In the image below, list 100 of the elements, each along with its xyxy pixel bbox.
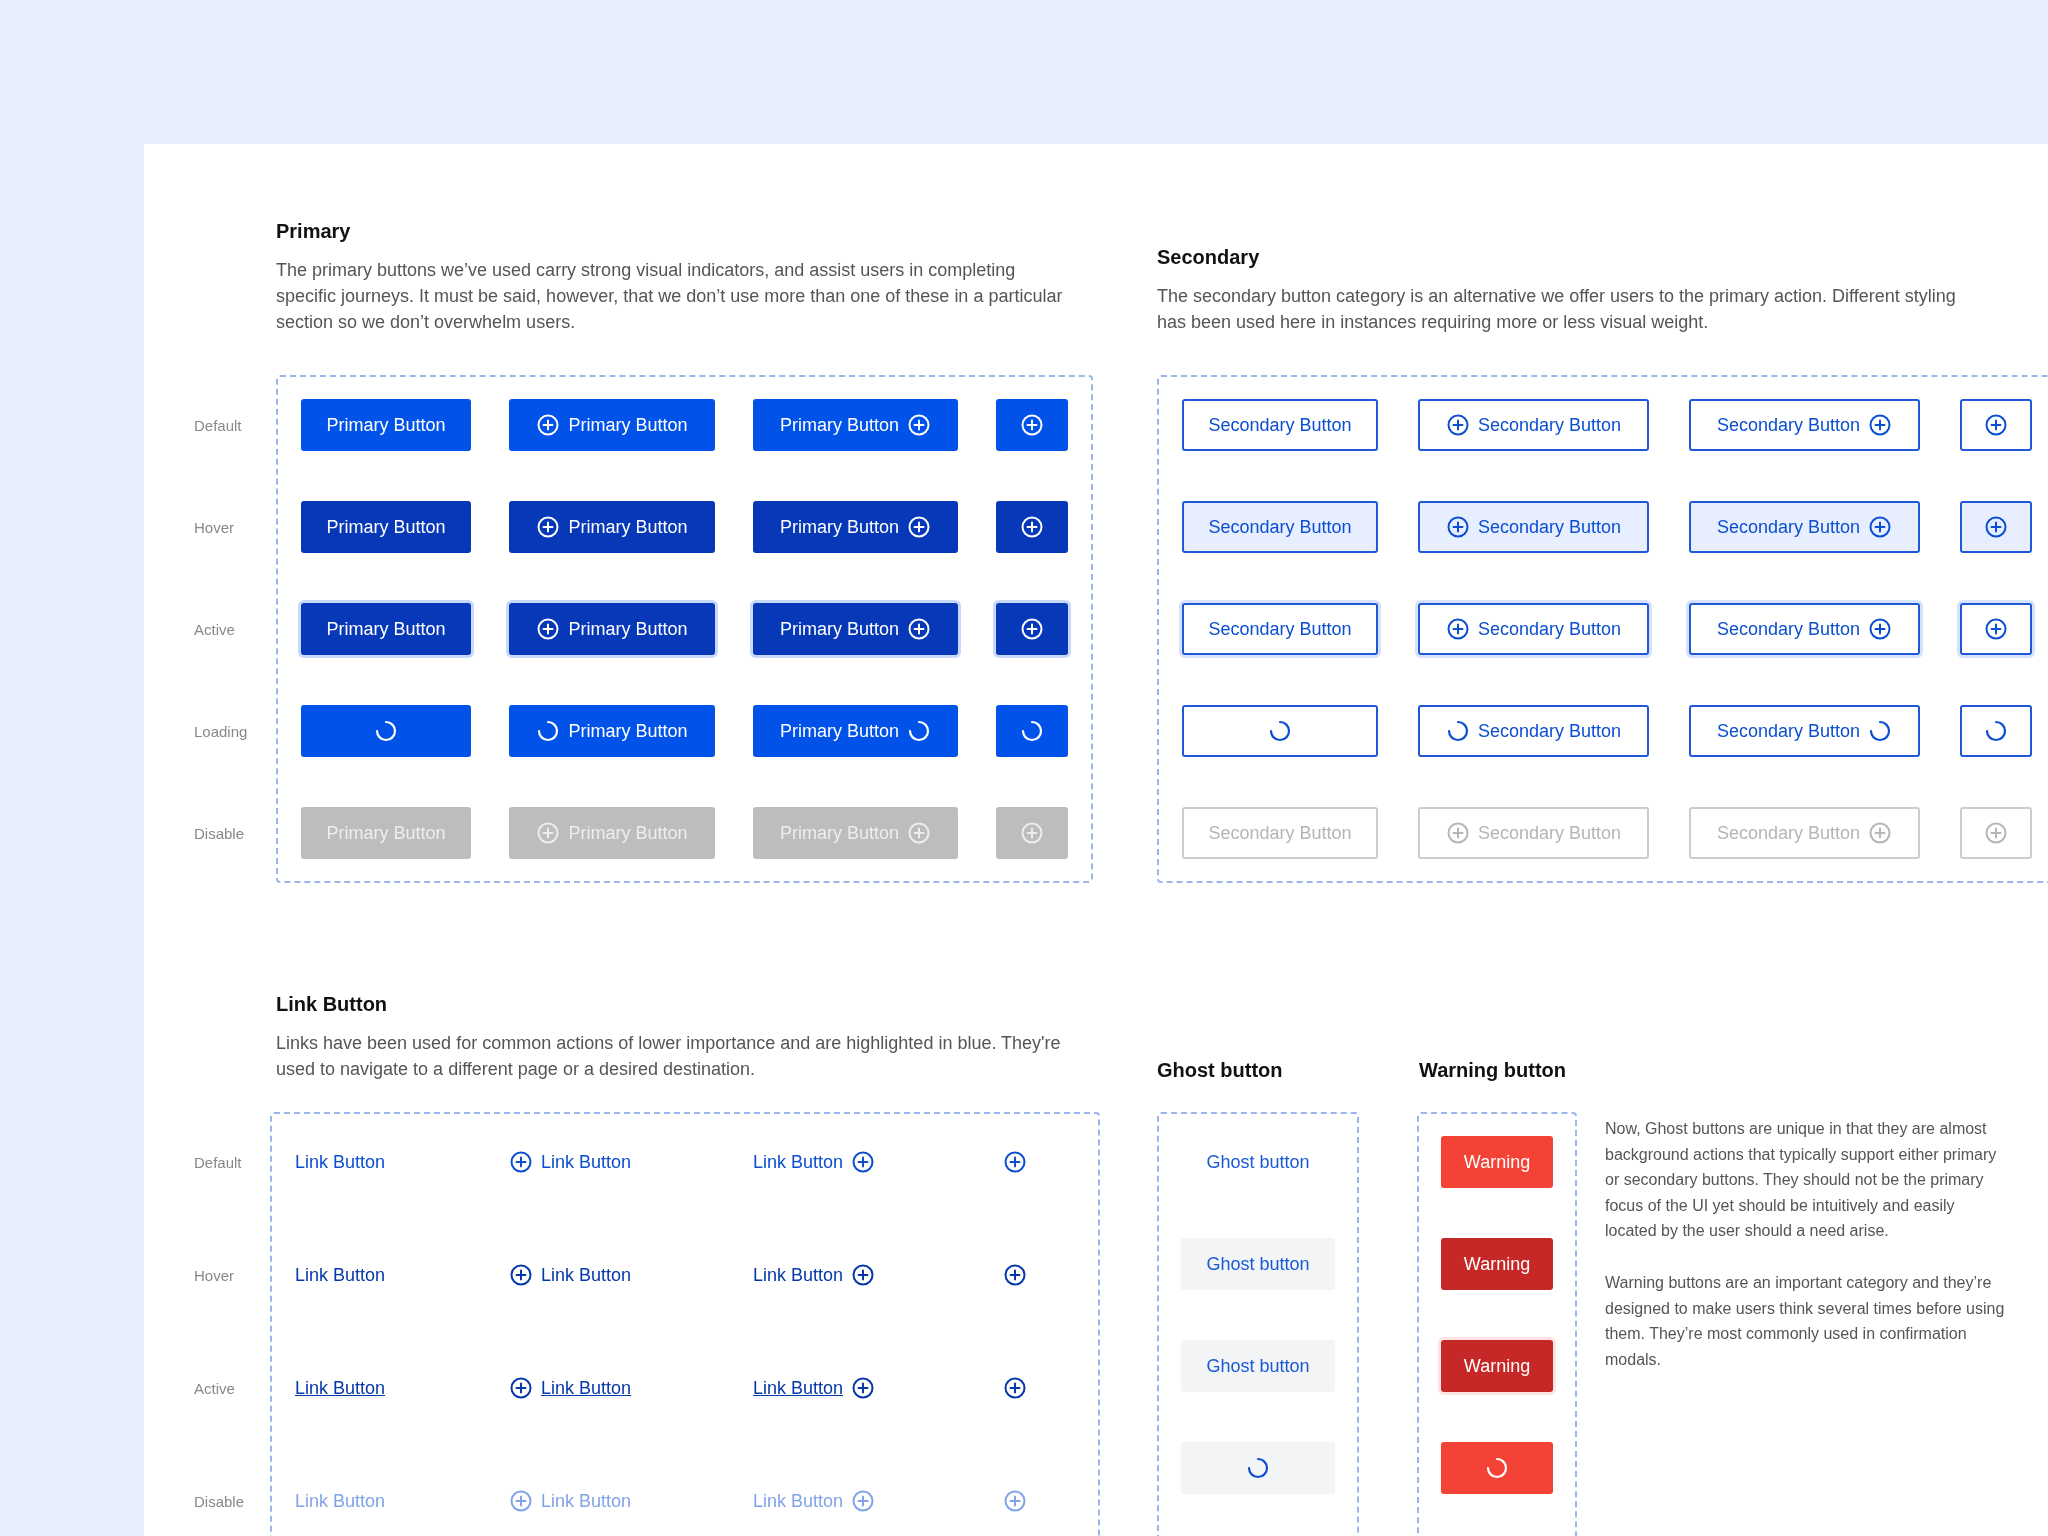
ghost-button[interactable]: Ghost button: [1181, 1238, 1335, 1290]
secondary-button[interactable]: [1960, 399, 2032, 451]
plus-circle-icon: [907, 515, 931, 539]
secondary-button[interactable]: Secondary Button: [1418, 603, 1649, 655]
primary-button[interactable]: Primary Button: [509, 705, 715, 757]
link-button[interactable]: Link Button: [753, 1362, 876, 1414]
plus-circle-icon: [907, 413, 931, 437]
spinner-icon: [1268, 719, 1292, 743]
link-button[interactable]: Link Button: [753, 1136, 876, 1188]
plus-circle-icon: [1445, 821, 1470, 845]
section-description: The secondary button category is an alternative we offer users to the primary action. Different styling has been used here in instances requiring more or less visual weight.: [1157, 285, 1957, 334]
spinner-icon: [1020, 719, 1044, 743]
primary-button[interactable]: [996, 603, 1068, 655]
section-description: The primary buttons we’ve used carry strong visual indicators, and assist users in completing specific journeys. It must be said, however, that we don’t use more than one of these in a particular section so we don’t overwhelm users.: [276, 259, 1064, 334]
primary-button[interactable]: [996, 399, 1068, 451]
primary-button[interactable]: Primary Button: [509, 399, 715, 451]
section-title: Secondary: [1157, 246, 1261, 269]
spinner-icon: [1445, 719, 1470, 743]
primary-button[interactable]: Primary Button: [753, 603, 958, 655]
secondary-button[interactable]: Secondary Button: [1689, 705, 1920, 757]
primary-button[interactable]: Primary Button: [753, 399, 958, 451]
plus-circle-icon: [851, 1150, 876, 1174]
warning-button[interactable]: Warning: [1441, 1340, 1553, 1392]
section-title: Ghost button: [1157, 1059, 1284, 1082]
plus-circle-icon: [1868, 413, 1893, 437]
spinner-icon: [1868, 719, 1893, 743]
secondary-button[interactable]: Secondary Button: [1418, 705, 1649, 757]
secondary-button[interactable]: [1960, 603, 2032, 655]
link-button[interactable]: Link Button: [509, 1249, 632, 1301]
state-label: Disable: [194, 1492, 245, 1510]
secondary-button[interactable]: Secondary Button: [1689, 501, 1920, 553]
plus-circle-icon: [851, 1489, 876, 1513]
state-label: Disable: [194, 824, 245, 842]
plus-circle-icon: [1020, 515, 1044, 539]
link-button[interactable]: Link Button: [295, 1362, 386, 1414]
spinner-icon: [1984, 719, 2008, 743]
plus-circle-icon: [1984, 515, 2008, 539]
plus-circle-icon: [1445, 515, 1470, 539]
ghost-button[interactable]: Ghost button: [1181, 1340, 1335, 1392]
plus-circle-icon: [509, 1263, 533, 1287]
state-label: Loading: [194, 722, 248, 740]
section-title: Primary: [276, 220, 352, 243]
plus-circle-icon: [1868, 617, 1893, 641]
state-label: Default: [194, 416, 242, 434]
plus-circle-icon: [1020, 413, 1044, 437]
primary-button[interactable]: Primary Button: [301, 399, 471, 451]
spinner-icon: [374, 719, 398, 743]
note-paragraph: Warning buttons are an important category and they’re designed to make users think several times before using them. They’re most commonly used in confirmation modals.: [1605, 1272, 2005, 1370]
plus-circle-icon: [1984, 821, 2008, 845]
link-button[interactable]: Link Button: [509, 1362, 632, 1414]
plus-circle-icon: [1020, 821, 1044, 845]
plus-circle-icon: [509, 1376, 533, 1400]
state-label: Default: [194, 1153, 242, 1171]
plus-circle-icon: [536, 821, 561, 845]
link-button[interactable]: Link Button: [509, 1136, 632, 1188]
secondary-button[interactable]: [1960, 501, 2032, 553]
plus-circle-icon: [1445, 617, 1470, 641]
primary-button[interactable]: Primary Button: [753, 705, 958, 757]
primary-button[interactable]: Primary Button: [509, 501, 715, 553]
secondary-button[interactable]: [1182, 705, 1378, 757]
warning-button[interactable]: Warning: [1441, 1238, 1553, 1290]
warning-button[interactable]: Warning: [1441, 1136, 1553, 1188]
spinner-icon: [536, 719, 561, 743]
secondary-button[interactable]: [1960, 705, 2032, 757]
secondary-button[interactable]: Secondary Button: [1418, 399, 1649, 451]
plus-circle-icon: [509, 1489, 533, 1513]
plus-circle-icon: [1445, 413, 1470, 437]
note-paragraph: Now, Ghost buttons are unique in that they are almost background actions that typically support either primary or secondary buttons. They should not be the primary focus of the UI yet should be intuitively and easily located by the user should a need arise.: [1605, 1119, 1998, 1242]
plus-circle-icon: [907, 821, 931, 845]
primary-button[interactable]: Primary Button: [301, 501, 471, 553]
secondary-button[interactable]: Secondary Button: [1182, 603, 1378, 655]
spinner-icon: [907, 719, 931, 743]
secondary-button[interactable]: Secondary Button: [1418, 501, 1649, 553]
primary-button[interactable]: Primary Button: [509, 603, 715, 655]
primary-button[interactable]: Primary Button: [753, 501, 958, 553]
plus-circle-icon: [1984, 413, 2008, 437]
plus-circle-icon: [907, 617, 931, 641]
plus-circle-icon: [1003, 1376, 1027, 1400]
secondary-button[interactable]: Secondary Button: [1182, 399, 1378, 451]
plus-circle-icon: [851, 1263, 876, 1287]
plus-circle-icon: [1003, 1489, 1027, 1513]
spinner-icon: [1246, 1456, 1270, 1480]
link-button[interactable]: Link Button: [295, 1249, 386, 1301]
secondary-button[interactable]: Secondary Button: [1689, 399, 1920, 451]
spinner-icon: [1485, 1456, 1509, 1480]
secondary-button[interactable]: Secondary Button: [1689, 603, 1920, 655]
primary-button[interactable]: [996, 705, 1068, 757]
section-description: Links have been used for common actions of lower importance and are highlighted in blue. They're used to navigate to a different page or a desired destination.: [276, 1032, 1062, 1081]
primary-button[interactable]: [996, 501, 1068, 553]
link-button[interactable]: Link Button: [753, 1249, 876, 1301]
plus-circle-icon: [1020, 617, 1044, 641]
state-label: Active: [194, 620, 235, 638]
plus-circle-icon: [1984, 617, 2008, 641]
plus-circle-icon: [509, 1150, 533, 1174]
plus-circle-icon: [1868, 821, 1893, 845]
link-button[interactable]: Link Button: [295, 1136, 386, 1188]
state-label: Hover: [194, 518, 234, 536]
secondary-button[interactable]: Secondary Button: [1182, 501, 1378, 553]
state-label: Hover: [194, 1266, 234, 1284]
primary-button[interactable]: Primary Button: [301, 603, 471, 655]
